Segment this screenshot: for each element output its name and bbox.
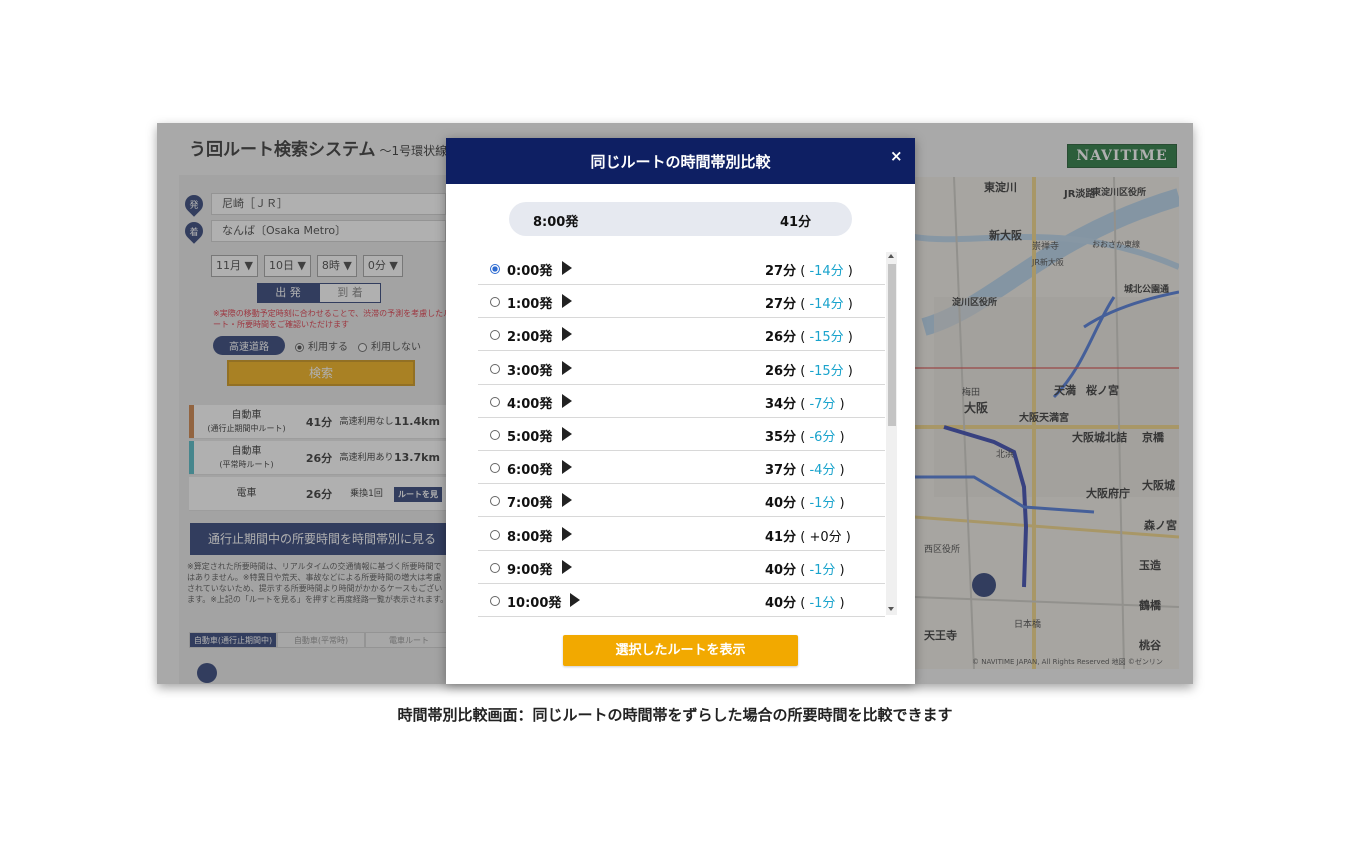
time-slot-radio[interactable] [490,396,500,407]
duration-difference: +0分 [809,529,842,545]
departure-time: 3:00発 [507,363,553,379]
time-slot-list[interactable]: 0:00発 27分 ( -14分 ) 1:00発 27分 ( -14分 ) 2:00発 2… [478,252,886,617]
duration: 37分 [765,463,797,479]
duration-difference: -1分 [809,596,836,611]
scroll-thumb[interactable] [888,264,896,426]
departure-time: 1:00発 [507,297,553,313]
list-scrollbar[interactable] [886,252,897,615]
time-slot-row[interactable]: 2:00発 26分 ( -15分 ) [478,318,885,352]
duration: 40分 [765,562,797,578]
time-slot-radio[interactable] [490,562,500,573]
play-icon[interactable] [570,593,580,607]
time-slot-radio[interactable] [490,529,500,540]
duration-diff: 37分 ( -4分 ) [765,463,845,479]
duration: 40分 [765,596,797,611]
duration-difference: -7分 [809,396,836,412]
time-slot-radio[interactable] [490,297,500,308]
scroll-up-icon[interactable] [888,254,894,258]
current-departure-time: 8:00発 [533,215,579,230]
play-icon[interactable] [562,460,572,475]
time-slot-row[interactable]: 3:00発 26分 ( -15分 ) [478,352,885,385]
time-slot-row[interactable]: 6:00発 37分 ( -4分 ) [478,451,885,485]
duration-diff: 27分 ( -14分 ) [765,297,853,313]
time-slot-row[interactable]: 9:00発 40分 ( -1分 ) [478,551,885,584]
duration-difference: -14分 [809,264,844,279]
duration-diff: 40分 ( -1分 ) [765,496,845,512]
time-slot-row[interactable]: 5:00発 35分 ( -6分 ) [478,418,885,451]
duration-difference: -4分 [809,463,836,479]
time-slot-row[interactable]: 8:00発 41分 ( +0分 ) [478,518,885,551]
play-icon[interactable] [562,559,572,574]
departure-time: 8:00発 [507,529,553,545]
time-slot-radio[interactable] [490,463,500,474]
play-icon[interactable] [562,526,572,541]
time-slot-radio[interactable] [490,496,500,507]
duration-difference: -1分 [809,496,836,512]
duration: 40分 [765,496,797,512]
duration-diff: 40分 ( -1分 ) [765,562,845,578]
duration: 34分 [765,396,797,412]
time-slot-row[interactable]: 7:00発 40分 ( -1分 ) [478,484,885,518]
current-duration: 41分 [780,215,812,230]
time-slot-radio[interactable] [490,330,500,341]
duration-difference: -14分 [809,297,844,313]
time-slot-radio[interactable] [490,363,500,374]
compare-modal: 同じルートの時間帯別比較 × 8:00発 41分 0:00発 27分 ( -14分… [446,138,915,684]
play-icon[interactable] [562,294,572,309]
duration-difference: -6分 [809,430,836,445]
play-icon[interactable] [562,327,572,342]
departure-time: 0:00発 [507,264,553,279]
time-slot-radio[interactable] [490,596,500,606]
duration-diff: 34分 ( -7分 ) [765,396,845,412]
time-slot-row[interactable]: 0:00発 27分 ( -14分 ) [478,252,885,285]
duration-diff: 26分 ( -15分 ) [765,363,853,379]
duration: 26分 [765,330,797,346]
duration-difference: -15分 [809,363,844,379]
modal-header: 同じルートの時間帯別比較 × [446,138,915,184]
departure-time: 7:00発 [507,496,553,512]
duration: 27分 [765,297,797,313]
modal-title: 同じルートの時間帯別比較 [590,153,771,171]
show-selected-route-button[interactable]: 選択したルートを表示 [563,635,798,666]
duration: 27分 [765,264,797,279]
figure-caption: 時間帯別比較画面：同じルートの時間帯をずらした場合の所要時間を比較できます [397,706,953,724]
departure-time: 4:00発 [507,396,553,412]
duration-difference: -15分 [809,330,844,346]
duration-diff: 41分 ( +0分 ) [765,529,851,545]
close-icon[interactable]: × [890,147,903,165]
duration: 26分 [765,363,797,379]
time-slot-row[interactable]: 1:00発 27分 ( -14分 ) [478,285,885,319]
play-icon[interactable] [562,493,572,508]
play-icon[interactable] [562,393,572,408]
current-route-summary: 8:00発 41分 [509,202,852,236]
play-icon[interactable] [562,360,572,375]
departure-time: 6:00発 [507,463,553,479]
time-slot-row[interactable]: 10:00発 40分 ( -1分 ) [478,584,885,617]
departure-time: 2:00発 [507,330,553,346]
duration: 41分 [765,529,797,545]
duration: 35分 [765,430,797,445]
duration-difference: -1分 [809,562,836,578]
play-icon[interactable] [562,261,572,275]
duration-diff: 26分 ( -15分 ) [765,330,853,346]
departure-time: 9:00発 [507,562,553,578]
duration-diff: 40分 ( -1分 ) [765,596,845,611]
departure-time: 5:00発 [507,430,553,445]
duration-diff: 27分 ( -14分 ) [765,264,853,279]
time-slot-row[interactable]: 4:00発 34分 ( -7分 ) [478,385,885,418]
play-icon[interactable] [562,427,572,441]
departure-time: 10:00発 [507,596,562,611]
scroll-down-icon[interactable] [888,607,894,611]
time-slot-radio[interactable] [490,430,500,440]
time-slot-radio[interactable] [490,264,500,274]
duration-diff: 35分 ( -6分 ) [765,430,845,445]
